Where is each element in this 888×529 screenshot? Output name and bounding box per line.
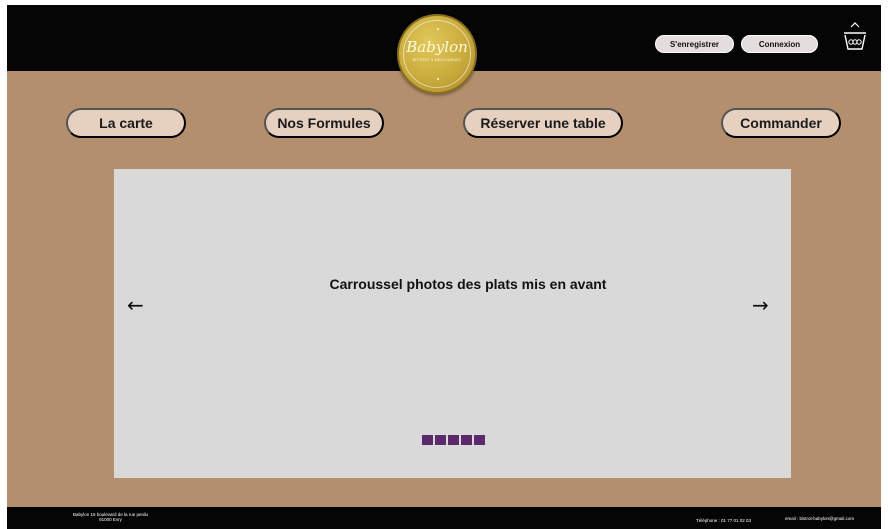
footer-address: Babylon 15 boulevard de la rue perdu 910… [73, 512, 148, 522]
featured-dishes-carousel: ← Carroussel photos des plats mis en ava… [114, 169, 791, 478]
nav-nos-formules-button[interactable]: Nos Formules [264, 108, 384, 138]
carousel-indicator[interactable] [435, 435, 446, 445]
carousel-indicators [422, 435, 485, 445]
footer-email[interactable]: email : bistrot-babylon@gmail.com [785, 516, 854, 521]
carousel-indicator[interactable] [474, 435, 485, 445]
carousel-indicator[interactable] [461, 435, 472, 445]
page-frame: S'enregistrer Connexion Babylon BISTROT … [7, 5, 881, 529]
nav-reserver-table-button[interactable]: Réserver une table [463, 108, 623, 138]
logo-name: Babylon [406, 38, 468, 56]
logo-tagline: BISTROT & RESTAURANT [412, 58, 462, 62]
footer-bar: Babylon 15 boulevard de la rue perdu 910… [7, 507, 881, 529]
login-button[interactable]: Connexion [741, 35, 818, 53]
carousel-prev-arrow-icon[interactable]: ← [127, 295, 144, 315]
carousel-indicator[interactable] [422, 435, 433, 445]
basket-icon[interactable] [842, 21, 868, 55]
carousel-placeholder-text: Carroussel photos des plats mis en avant [329, 276, 607, 292]
babylon-logo[interactable]: Babylon BISTROT & RESTAURANT [397, 14, 477, 94]
logo-ornament-bottom [437, 78, 439, 80]
carousel-indicator[interactable] [448, 435, 459, 445]
footer-address-line2: 91000 Evry [99, 517, 122, 522]
logo-ornament-top [437, 28, 439, 30]
nav-commander-button[interactable]: Commander [721, 108, 841, 138]
footer-phone: Téléphone : 01 77 01 02 03 [696, 518, 752, 523]
nav-la-carte-button[interactable]: La carte [66, 108, 186, 138]
register-button[interactable]: S'enregistrer [655, 35, 734, 53]
carousel-next-arrow-icon[interactable]: → [752, 295, 769, 315]
